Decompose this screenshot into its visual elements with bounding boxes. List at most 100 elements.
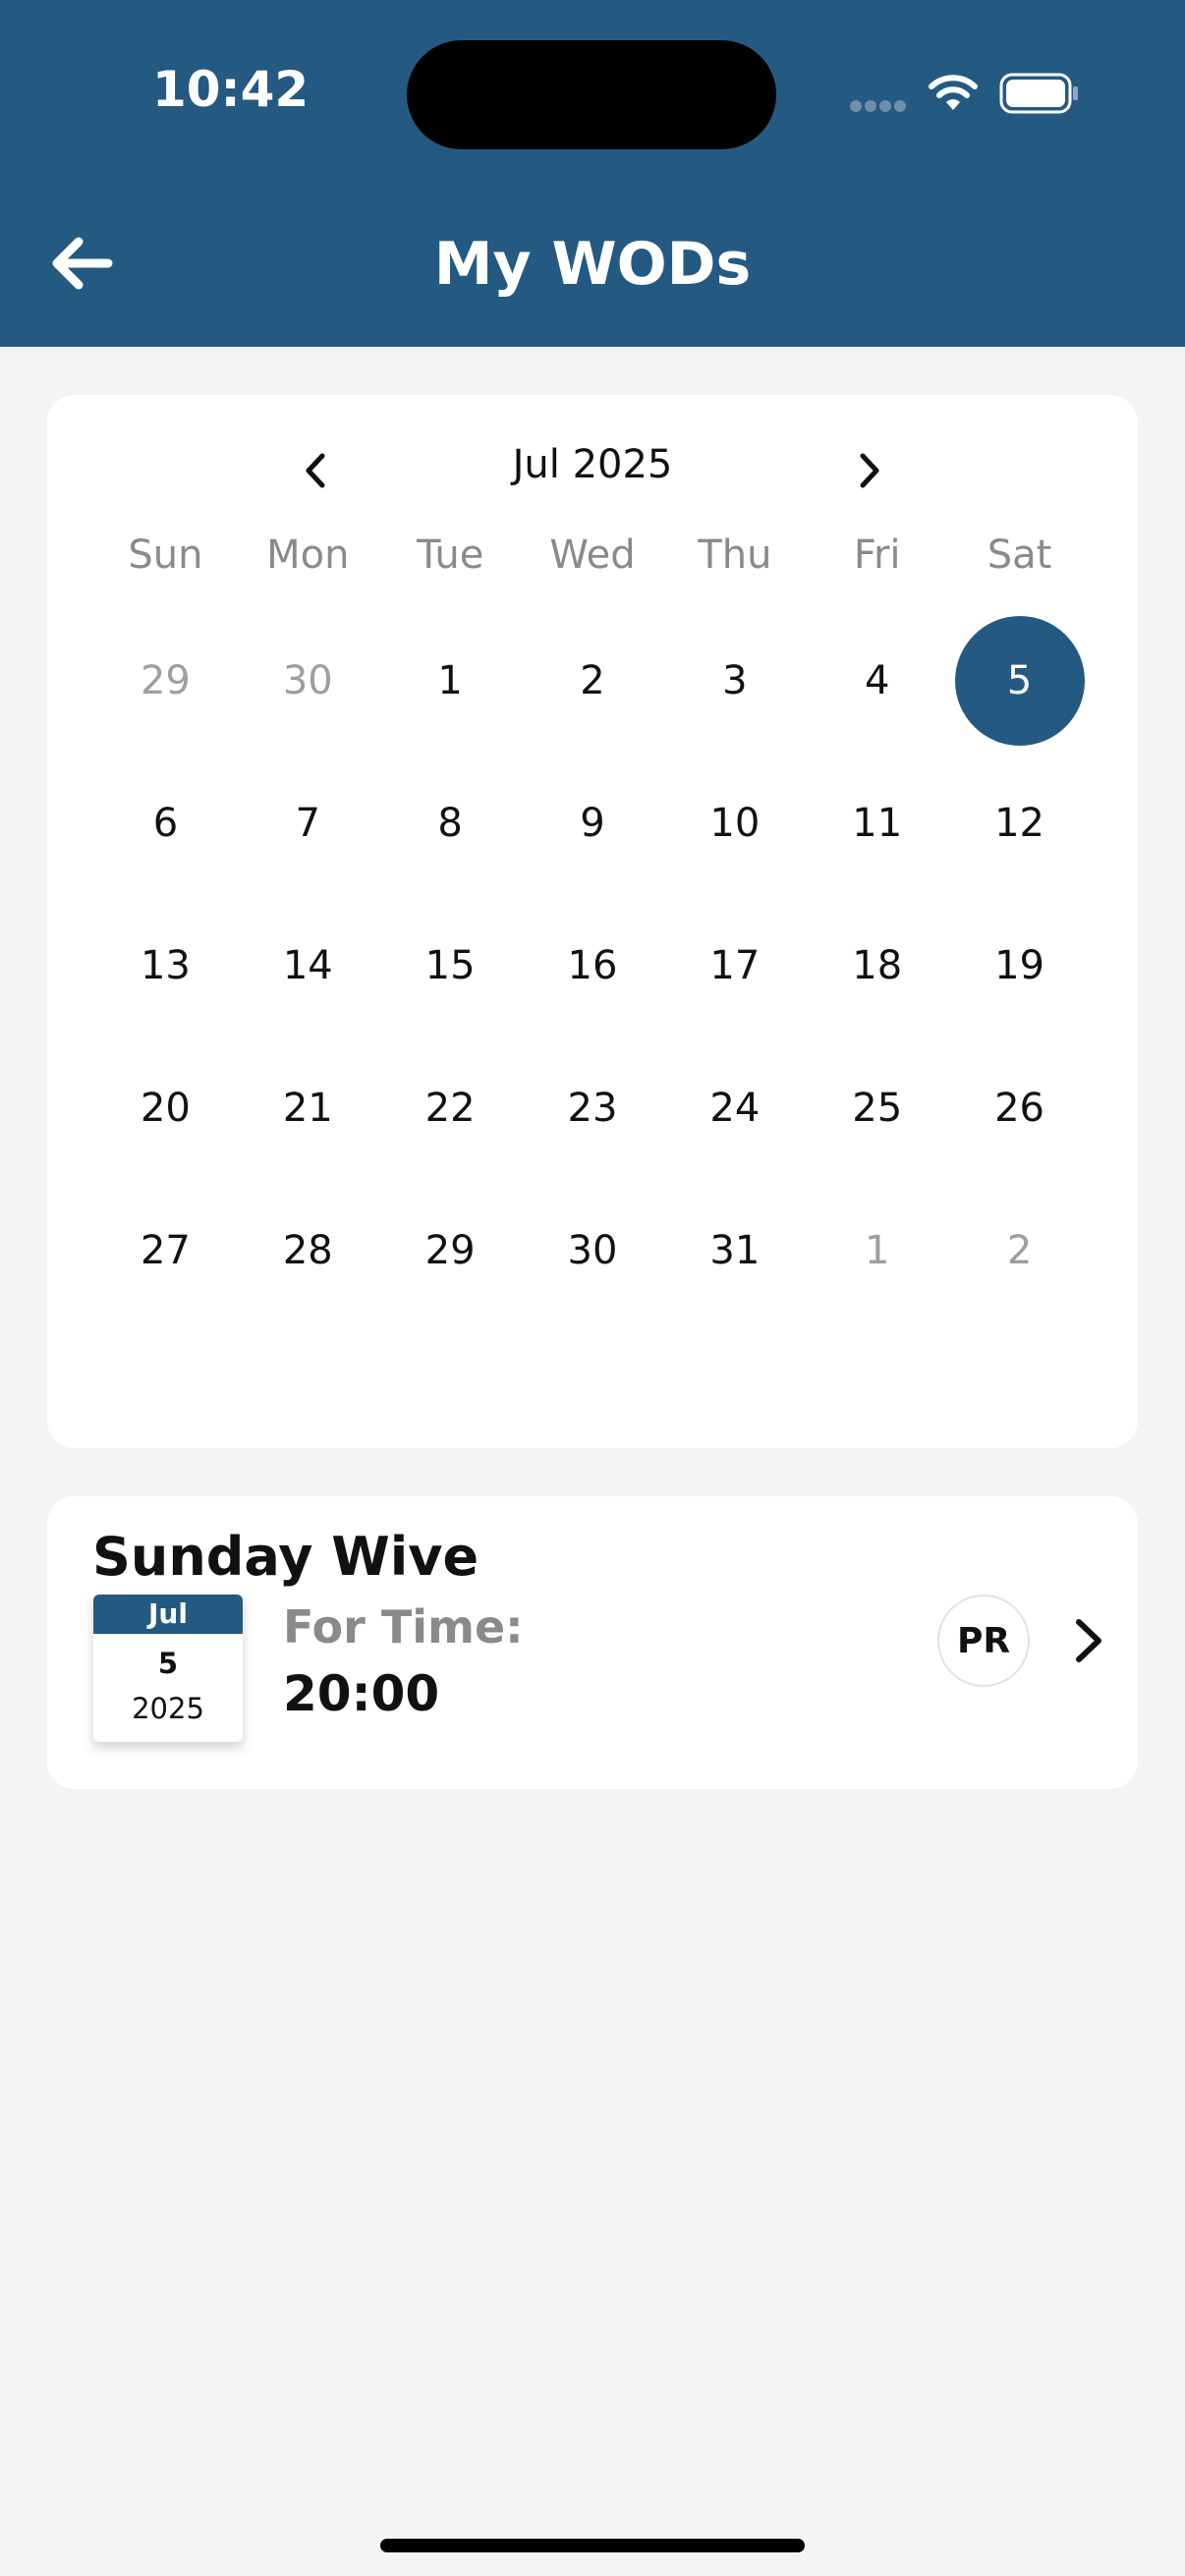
calendar-day[interactable]: 23 bbox=[522, 1036, 664, 1179]
day-number: 10 bbox=[709, 800, 761, 846]
weekday-label: Thu bbox=[698, 532, 772, 578]
day-number: 11 bbox=[852, 800, 903, 846]
weekday-label: Tue bbox=[416, 532, 484, 578]
day-number: 3 bbox=[722, 657, 748, 703]
weekday-label: Wed bbox=[549, 532, 636, 578]
calendar-day[interactable]: 26 bbox=[948, 1036, 1091, 1179]
weekday-row: Sun Mon Tue Wed Thu Fri Sat bbox=[94, 532, 1091, 591]
dynamic-island bbox=[407, 40, 776, 149]
app-header: 10:42 My WODs bbox=[0, 0, 1185, 347]
day-number: 29 bbox=[140, 657, 191, 703]
day-number: 30 bbox=[567, 1227, 618, 1273]
badge-month: Jul bbox=[93, 1595, 243, 1634]
wod-type: For Time: bbox=[283, 1600, 524, 1653]
month-label: Jul 2025 bbox=[512, 442, 673, 487]
day-number: 8 bbox=[437, 800, 463, 846]
calendar-day[interactable]: 1 bbox=[379, 609, 522, 752]
day-number: 19 bbox=[994, 942, 1045, 988]
date-badge: Jul 5 2025 bbox=[93, 1595, 243, 1742]
day-number: 6 bbox=[152, 800, 179, 846]
calendar-day[interactable]: 21 bbox=[237, 1036, 379, 1179]
calendar-day[interactable]: 27 bbox=[94, 1179, 237, 1321]
wod-result: 20:00 bbox=[283, 1665, 440, 1722]
calendar-day[interactable]: 14 bbox=[237, 894, 379, 1036]
day-number: 22 bbox=[424, 1085, 476, 1131]
calendar-day[interactable]: 9 bbox=[522, 752, 664, 894]
day-number: 16 bbox=[567, 942, 618, 988]
calendar-day-selected[interactable]: 5 bbox=[948, 609, 1091, 752]
day-number: 15 bbox=[424, 942, 476, 988]
calendar-day[interactable]: 22 bbox=[379, 1036, 522, 1179]
day-number: 2 bbox=[1006, 1227, 1033, 1273]
chevron-right-icon[interactable] bbox=[1069, 1616, 1108, 1665]
day-number: 31 bbox=[709, 1227, 761, 1273]
calendar-day[interactable]: 8 bbox=[379, 752, 522, 894]
day-number: 30 bbox=[282, 657, 333, 703]
day-number: 1 bbox=[437, 657, 463, 703]
home-indicator bbox=[380, 2539, 805, 2552]
weekday-label: Fri bbox=[853, 532, 901, 578]
calendar-day[interactable]: 13 bbox=[94, 894, 237, 1036]
day-number: 29 bbox=[424, 1227, 476, 1273]
calendar-day[interactable]: 29 bbox=[94, 609, 237, 752]
day-number: 17 bbox=[709, 942, 761, 988]
battery-icon bbox=[999, 73, 1078, 114]
wod-title: Sunday Wive bbox=[92, 1526, 480, 1588]
day-number: 26 bbox=[994, 1085, 1045, 1131]
wod-card[interactable]: Sunday Wive Jul 5 2025 For Time: 20:00 P… bbox=[47, 1496, 1138, 1789]
day-number: 5 bbox=[954, 615, 1085, 746]
day-number: 28 bbox=[282, 1227, 333, 1273]
weekday-label: Sat bbox=[987, 532, 1052, 578]
day-number: 1 bbox=[864, 1227, 890, 1273]
day-number: 7 bbox=[295, 800, 320, 846]
calendar-day[interactable]: 18 bbox=[806, 894, 948, 1036]
calendar-day[interactable]: 7 bbox=[237, 752, 379, 894]
calendar-day[interactable]: 20 bbox=[94, 1036, 237, 1179]
day-number: 18 bbox=[852, 942, 903, 988]
day-number: 24 bbox=[709, 1085, 761, 1131]
calendar-day[interactable]: 16 bbox=[522, 894, 664, 1036]
calendar-day[interactable]: 24 bbox=[663, 1036, 806, 1179]
day-number: 21 bbox=[282, 1085, 333, 1131]
calendar-day[interactable]: 1 bbox=[806, 1179, 948, 1321]
calendar-day[interactable]: 2 bbox=[522, 609, 664, 752]
calendar-day[interactable]: 11 bbox=[806, 752, 948, 894]
calendar-day[interactable]: 4 bbox=[806, 609, 948, 752]
day-number: 14 bbox=[282, 942, 333, 988]
calendar-day[interactable]: 28 bbox=[237, 1179, 379, 1321]
calendar-day[interactable]: 31 bbox=[663, 1179, 806, 1321]
signal-icon bbox=[850, 100, 907, 112]
day-number: 2 bbox=[580, 657, 605, 703]
calendar-day[interactable]: 19 bbox=[948, 894, 1091, 1036]
calendar-card: Jul 2025 Sun Mon Tue Wed Thu Fri Sat 29 3… bbox=[47, 395, 1138, 1448]
calendar-day[interactable]: 12 bbox=[948, 752, 1091, 894]
calendar-day[interactable]: 30 bbox=[237, 609, 379, 752]
day-number: 20 bbox=[140, 1085, 191, 1131]
calendar-grid: 29 30 1 2 3 4 5 6 7 8 9 10 11 12 13 14 15 16 17 18 19 20 21 22 2… bbox=[94, 609, 1091, 1321]
calendar-day[interactable]: 3 bbox=[663, 609, 806, 752]
badge-year: 2025 bbox=[132, 1692, 204, 1725]
day-number: 25 bbox=[852, 1085, 903, 1131]
page-title: My WODs bbox=[433, 230, 752, 299]
weekday-label: Sun bbox=[128, 532, 203, 578]
calendar-header: Jul 2025 bbox=[47, 436, 1138, 505]
calendar-day[interactable]: 29 bbox=[379, 1179, 522, 1321]
next-month-button[interactable] bbox=[845, 446, 894, 495]
day-number: 12 bbox=[994, 800, 1045, 846]
day-number: 23 bbox=[567, 1085, 618, 1131]
calendar-day[interactable]: 25 bbox=[806, 1036, 948, 1179]
calendar-day[interactable]: 30 bbox=[522, 1179, 664, 1321]
day-number: 27 bbox=[140, 1227, 191, 1273]
calendar-day[interactable]: 2 bbox=[948, 1179, 1091, 1321]
badge-day: 5 bbox=[157, 1647, 179, 1680]
calendar-day[interactable]: 15 bbox=[379, 894, 522, 1036]
day-number: 13 bbox=[140, 942, 191, 988]
day-number: 9 bbox=[580, 800, 605, 846]
calendar-day[interactable]: 10 bbox=[663, 752, 806, 894]
calendar-day[interactable]: 6 bbox=[94, 752, 237, 894]
weekday-label: Mon bbox=[266, 532, 350, 578]
day-number: 4 bbox=[864, 657, 890, 703]
calendar-day[interactable]: 17 bbox=[663, 894, 806, 1036]
status-time: 10:42 bbox=[152, 61, 310, 118]
pr-button[interactable]: PR bbox=[937, 1595, 1030, 1687]
